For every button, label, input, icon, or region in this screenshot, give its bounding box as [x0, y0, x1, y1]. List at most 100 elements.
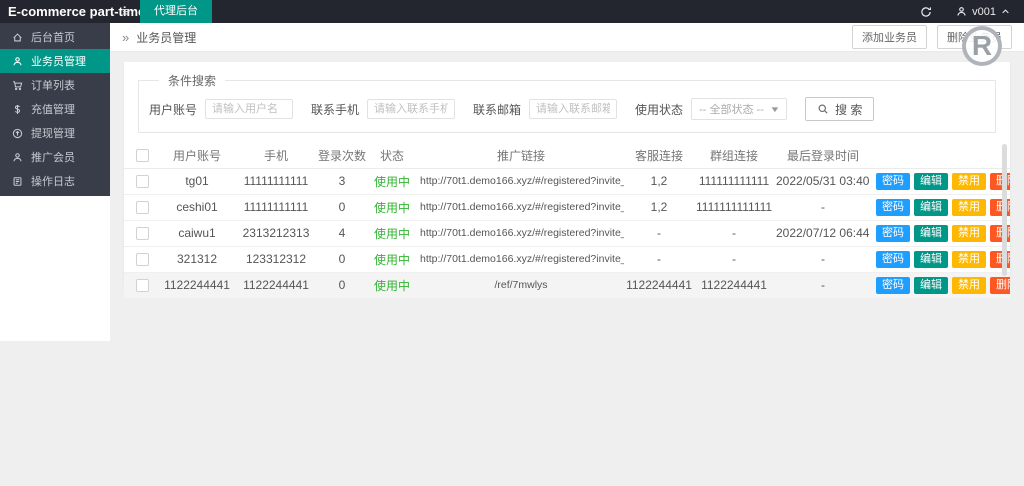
cell-last-login: 2022/07/12 06:44 pm. [774, 220, 872, 246]
hamburger-menu-icon[interactable]: ≡ [112, 0, 140, 23]
cell-status: 使用中 [366, 194, 418, 220]
cell-account: 321312 [160, 246, 234, 272]
breadcrumb-bar: » 业务员管理 添加业务员 删除业务员 [110, 23, 1024, 52]
disable-button[interactable]: 禁用 [952, 199, 986, 216]
cell-actions: 密码编辑禁用删除 [872, 194, 1010, 220]
user-dropdown[interactable]: v001 [942, 0, 1024, 23]
sidebar-item-logs[interactable]: 操作日志 [0, 169, 110, 193]
disable-button[interactable]: 禁用 [952, 225, 986, 242]
account-filter-input[interactable] [205, 99, 293, 119]
cell-actions: 密码编辑禁用删除 [872, 246, 1010, 272]
delete-button[interactable]: 删除 [990, 251, 1010, 268]
row-checkbox[interactable] [136, 201, 149, 214]
status-filter-group: 使用状态 -- 全部状态 -- ▼ [635, 98, 787, 120]
disable-button[interactable]: 禁用 [952, 173, 986, 190]
sidebar-item-members[interactable]: 推广会员 [0, 145, 110, 169]
tab-agent-backend[interactable]: 代理后台 [140, 0, 212, 23]
cell-service-link: - [624, 220, 694, 246]
delete-button[interactable]: 删除 [990, 199, 1010, 216]
user-icon [11, 55, 24, 68]
cart-icon [11, 79, 24, 92]
page-title: 业务员管理 [136, 29, 196, 46]
email-filter-group: 联系邮箱 [473, 99, 617, 119]
main-area: » 业务员管理 添加业务员 删除业务员 条件搜索 用户账号 联系手机 联系邮箱 … [110, 23, 1024, 286]
edit-button[interactable]: 编辑 [914, 277, 948, 294]
sidebar-item-label: 充值管理 [31, 101, 75, 117]
cell-actions: 密码编辑禁用删除 [872, 272, 1010, 298]
password-button[interactable]: 密码 [876, 199, 910, 216]
cell-login-count: 3 [318, 168, 366, 194]
chevron-down-icon: ▼ [770, 105, 781, 114]
top-bar: E-commerce part-time ≡ 代理后台 v001 [0, 0, 1024, 23]
cell-login-count: 0 [318, 272, 366, 298]
cell-login-count: 4 [318, 220, 366, 246]
edit-button[interactable]: 编辑 [914, 225, 948, 242]
password-button[interactable]: 密码 [876, 173, 910, 190]
sidebar-item-home[interactable]: 后台首页 [0, 25, 110, 49]
password-button[interactable]: 密码 [876, 251, 910, 268]
delete-button[interactable]: 删除 [990, 277, 1010, 294]
table-scrollbar[interactable] [1002, 144, 1007, 276]
cell-status: 使用中 [366, 246, 418, 272]
column-header: 最后登录时间 [774, 143, 872, 168]
cell-last-login: - [774, 194, 872, 220]
status-select-value: -- 全部状态 -- [699, 101, 764, 117]
sidebar-menu: 后台首页 业务员管理 订单列表 充值管理 提现管理 推广会员 操作日志 [0, 23, 110, 196]
delete-button[interactable]: 删除 [990, 225, 1010, 242]
column-header: 状态 [366, 143, 418, 168]
disable-button[interactable]: 禁用 [952, 251, 986, 268]
table-body: tg01111111111113使用中http://70t1.demo166.x… [124, 168, 1010, 298]
cell-status: 使用中 [366, 168, 418, 194]
status-select[interactable]: -- 全部状态 -- ▼ [691, 98, 787, 120]
search-button[interactable]: 搜 索 [805, 97, 874, 121]
cell-status: 使用中 [366, 272, 418, 298]
status-filter-label: 使用状态 [635, 101, 683, 118]
sidebar-item-orders[interactable]: 订单列表 [0, 73, 110, 97]
filter-label: 联系手机 [311, 101, 359, 118]
cell-promo-link: /ref/7mwlys [418, 272, 624, 298]
sidebar-item-salesman[interactable]: 业务员管理 [0, 49, 110, 73]
password-button[interactable]: 密码 [876, 225, 910, 242]
log-icon [11, 175, 24, 188]
row-checkbox[interactable] [136, 279, 149, 292]
row-select-cell [124, 194, 160, 220]
table-row: 3213121233123120使用中http://70t1.demo166.x… [124, 246, 1010, 272]
password-button[interactable]: 密码 [876, 277, 910, 294]
sidebar-item-label: 提现管理 [31, 125, 75, 141]
add-salesman-button[interactable]: 添加业务员 [852, 25, 927, 49]
cell-service-link: 1122244441 [624, 272, 694, 298]
delete-button[interactable]: 删除 [990, 173, 1010, 190]
row-select-cell [124, 272, 160, 298]
search-icon [817, 103, 829, 115]
cell-account: tg01 [160, 168, 234, 194]
cell-group-link: - [694, 246, 774, 272]
cell-last-login: - [774, 246, 872, 272]
cell-service-link: 1,2 [624, 168, 694, 194]
search-form: 用户账号 联系手机 联系邮箱 使用状态 -- 全部状态 -- ▼ [149, 97, 985, 121]
phone-filter-group: 联系手机 [311, 99, 455, 119]
sidebar-item-withdraw[interactable]: 提现管理 [0, 121, 110, 145]
email-filter-input[interactable] [529, 99, 617, 119]
cell-phone: 2313212313 [234, 220, 318, 246]
refresh-icon[interactable] [910, 0, 942, 23]
row-checkbox[interactable] [136, 253, 149, 266]
actions-column-header [872, 143, 1010, 168]
cell-login-count: 0 [318, 246, 366, 272]
column-header: 用户账号 [160, 143, 234, 168]
cell-status: 使用中 [366, 220, 418, 246]
row-checkbox[interactable] [136, 227, 149, 240]
breadcrumb: » 业务员管理 [122, 29, 196, 46]
table-row: caiwu123132123134使用中http://70t1.demo166.… [124, 220, 1010, 246]
phone-filter-input[interactable] [367, 99, 455, 119]
disable-button[interactable]: 禁用 [952, 277, 986, 294]
account-filter-group: 用户账号 [149, 99, 293, 119]
edit-button[interactable]: 编辑 [914, 199, 948, 216]
row-checkbox[interactable] [136, 175, 149, 188]
edit-button[interactable]: 编辑 [914, 173, 948, 190]
search-button-label: 搜 索 [835, 101, 862, 118]
column-header: 手机 [234, 143, 318, 168]
edit-button[interactable]: 编辑 [914, 251, 948, 268]
sidebar-item-recharge[interactable]: 充值管理 [0, 97, 110, 121]
select-all-checkbox[interactable] [136, 149, 149, 162]
cell-account: caiwu1 [160, 220, 234, 246]
